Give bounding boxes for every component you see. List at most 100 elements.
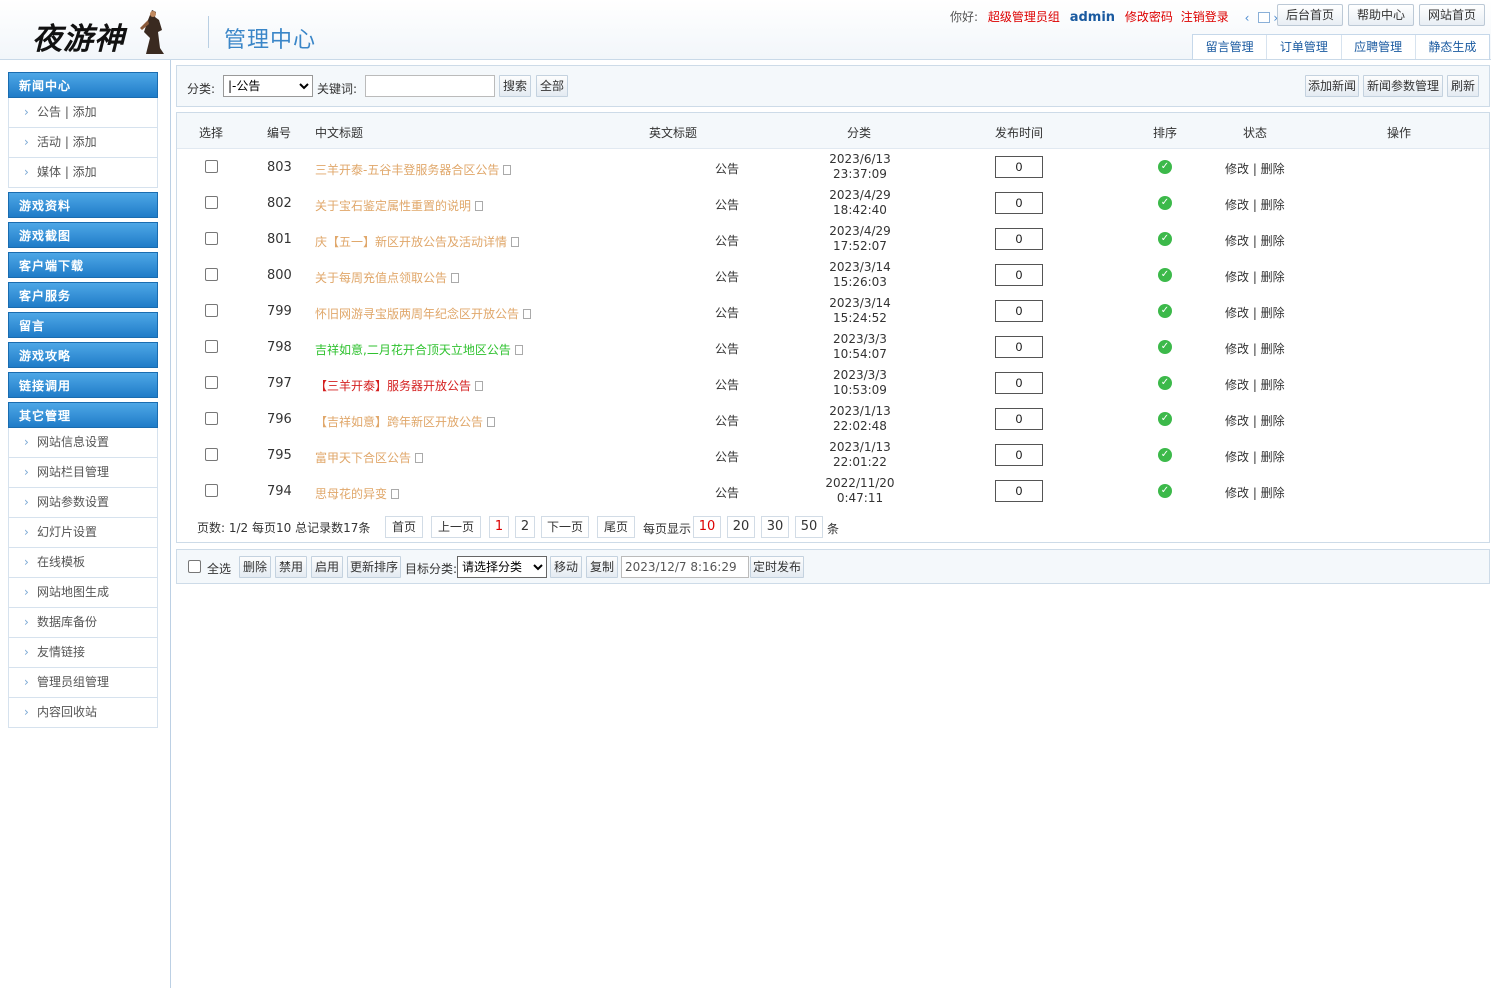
row-sort-input[interactable] xyxy=(995,408,1043,430)
row-actions[interactable]: 修改 | 删除 xyxy=(1225,376,1285,393)
schedule-time-input[interactable] xyxy=(621,556,749,578)
check-circle-icon[interactable]: ✓ xyxy=(1158,412,1172,426)
check-circle-icon[interactable]: ✓ xyxy=(1158,232,1172,246)
last-page-button[interactable]: 尾页 xyxy=(597,516,635,538)
row-title[interactable]: 三羊开泰-五谷丰登服务器合区公告 xyxy=(315,163,499,177)
enable-button[interactable]: 启用 xyxy=(311,556,343,578)
check-circle-icon[interactable]: ✓ xyxy=(1158,484,1172,498)
row-title-link[interactable]: 思母花的异变 xyxy=(315,485,400,502)
sidebar-section-guides[interactable]: 游戏攻略 xyxy=(8,342,158,368)
check-circle-icon[interactable]: ✓ xyxy=(1158,304,1172,318)
logout-link[interactable]: 注销登录 xyxy=(1181,10,1229,24)
sidebar-item-site-info[interactable]: 网站信息设置 xyxy=(8,428,158,458)
sidebar-section-links[interactable]: 链接调用 xyxy=(8,372,158,398)
sidebar-item-templates[interactable]: 在线模板 xyxy=(8,548,158,578)
update-sort-button[interactable]: 更新排序 xyxy=(347,556,401,578)
row-checkbox[interactable] xyxy=(205,448,218,461)
row-title-link[interactable]: 庆【五一】新区开放公告及活动详情 xyxy=(315,233,520,250)
row-sort-input[interactable] xyxy=(995,264,1043,286)
sidebar-item-recycle-bin[interactable]: 内容回收站 xyxy=(8,698,158,728)
check-circle-icon[interactable]: ✓ xyxy=(1158,160,1172,174)
change-password-link[interactable]: 修改密码 xyxy=(1125,10,1173,24)
tab-static-generate[interactable]: 静态生成 xyxy=(1416,35,1489,59)
delete-button[interactable]: 删除 xyxy=(239,556,271,578)
first-page-button[interactable]: 首页 xyxy=(385,516,423,538)
row-checkbox[interactable] xyxy=(205,340,218,353)
category-select[interactable]: |-公告 xyxy=(223,75,313,97)
row-title-link[interactable]: 三羊开泰-五谷丰登服务器合区公告 xyxy=(315,161,512,178)
row-title[interactable]: 关于宝石鉴定属性重置的说明 xyxy=(315,199,471,213)
row-actions[interactable]: 修改 | 删除 xyxy=(1225,196,1285,213)
news-params-button[interactable]: 新闻参数管理 xyxy=(1363,75,1443,97)
row-sort-input[interactable] xyxy=(995,300,1043,322)
sidebar-item-site-params[interactable]: 网站参数设置 xyxy=(8,488,158,518)
row-checkbox[interactable] xyxy=(205,412,218,425)
row-sort-input[interactable] xyxy=(995,156,1043,178)
search-button[interactable]: 搜索 xyxy=(499,75,531,97)
row-sort-input[interactable] xyxy=(995,336,1043,358)
row-sort-input[interactable] xyxy=(995,192,1043,214)
tab-orders[interactable]: 订单管理 xyxy=(1267,35,1342,59)
row-checkbox[interactable] xyxy=(205,196,218,209)
sidebar-section-client-download[interactable]: 客户端下载 xyxy=(8,252,158,278)
row-title[interactable]: 吉祥如意,二月花开合顶天立地区公告 xyxy=(315,343,511,357)
per-page-50-button[interactable]: 50 xyxy=(795,516,823,538)
row-actions[interactable]: 修改 | 删除 xyxy=(1225,160,1285,177)
check-circle-icon[interactable]: ✓ xyxy=(1158,268,1172,282)
sidebar-section-messages[interactable]: 留言 xyxy=(8,312,158,338)
tab-messages[interactable]: 留言管理 xyxy=(1193,35,1268,59)
refresh-button[interactable]: 刷新 xyxy=(1447,75,1479,97)
row-actions[interactable]: 修改 | 删除 xyxy=(1225,304,1285,321)
row-actions[interactable]: 修改 | 删除 xyxy=(1225,484,1285,501)
row-title-link[interactable]: 关于宝石鉴定属性重置的说明 xyxy=(315,197,484,214)
role-link[interactable]: 超级管理员组 xyxy=(988,10,1060,24)
copy-button[interactable]: 复制 xyxy=(586,556,618,578)
admin-home-button[interactable]: 后台首页 xyxy=(1277,4,1343,26)
add-news-button[interactable]: 添加新闻 xyxy=(1305,75,1359,97)
row-sort-input[interactable] xyxy=(995,228,1043,250)
sidebar-item-sitemap[interactable]: 网站地图生成 xyxy=(8,578,158,608)
page-2-button[interactable]: 2 xyxy=(515,516,535,538)
sidebar-item-backup[interactable]: 数据库备份 xyxy=(8,608,158,638)
all-button[interactable]: 全部 xyxy=(536,75,568,97)
sidebar-section-screenshots[interactable]: 游戏截图 xyxy=(8,222,158,248)
row-checkbox[interactable] xyxy=(205,160,218,173)
per-page-20-button[interactable]: 20 xyxy=(727,516,755,538)
move-button[interactable]: 移动 xyxy=(550,556,582,578)
sidebar-section-game-info[interactable]: 游戏资料 xyxy=(8,192,158,218)
per-page-10-button[interactable]: 10 xyxy=(693,516,721,538)
sidebar-item-media[interactable]: 媒体 | 添加 xyxy=(8,158,158,188)
row-sort-input[interactable] xyxy=(995,372,1043,394)
row-checkbox[interactable] xyxy=(205,232,218,245)
row-title-link[interactable]: 富甲天下合区公告 xyxy=(315,449,424,466)
chevron-left-icon[interactable]: ‹ xyxy=(1245,11,1250,25)
row-checkbox[interactable] xyxy=(205,484,218,497)
row-actions[interactable]: 修改 | 删除 xyxy=(1225,232,1285,249)
row-title[interactable]: 【吉祥如意】跨年新区开放公告 xyxy=(315,415,483,429)
row-title-link[interactable]: 【吉祥如意】跨年新区开放公告 xyxy=(315,413,496,430)
sidebar-section-other[interactable]: 其它管理 xyxy=(8,402,158,428)
row-title-link[interactable]: 怀旧网游寻宝版两周年纪念区开放公告 xyxy=(315,305,532,322)
row-title[interactable]: 【三羊开泰】服务器开放公告 xyxy=(315,379,471,393)
row-title[interactable]: 怀旧网游寻宝版两周年纪念区开放公告 xyxy=(315,307,519,321)
row-title-link[interactable]: 吉祥如意,二月花开合顶天立地区公告 xyxy=(315,341,523,358)
tab-applications[interactable]: 应聘管理 xyxy=(1342,35,1416,59)
help-center-button[interactable]: 帮助中心 xyxy=(1348,4,1414,26)
sidebar-item-columns[interactable]: 网站栏目管理 xyxy=(8,458,158,488)
schedule-publish-button[interactable]: 定时发布 xyxy=(750,556,804,578)
check-circle-icon[interactable]: ✓ xyxy=(1158,340,1172,354)
sidebar-item-admin-groups[interactable]: 管理员组管理 xyxy=(8,668,158,698)
sidebar-section-news[interactable]: 新闻中心 xyxy=(8,72,158,98)
prev-page-button[interactable]: 上一页 xyxy=(431,516,481,538)
sidebar-item-friend-links[interactable]: 友情链接 xyxy=(8,638,158,668)
sidebar-item-announcement[interactable]: 公告 | 添加 xyxy=(8,98,158,128)
per-page-30-button[interactable]: 30 xyxy=(761,516,789,538)
select-all-checkbox[interactable] xyxy=(188,560,201,573)
check-circle-icon[interactable]: ✓ xyxy=(1158,376,1172,390)
page-1-button[interactable]: 1 xyxy=(489,516,509,538)
row-title-link[interactable]: 关于每周充值点领取公告 xyxy=(315,269,460,286)
row-title-link[interactable]: 【三羊开泰】服务器开放公告 xyxy=(315,377,484,394)
next-page-button[interactable]: 下一页 xyxy=(541,516,589,538)
row-actions[interactable]: 修改 | 删除 xyxy=(1225,268,1285,285)
row-sort-input[interactable] xyxy=(995,480,1043,502)
